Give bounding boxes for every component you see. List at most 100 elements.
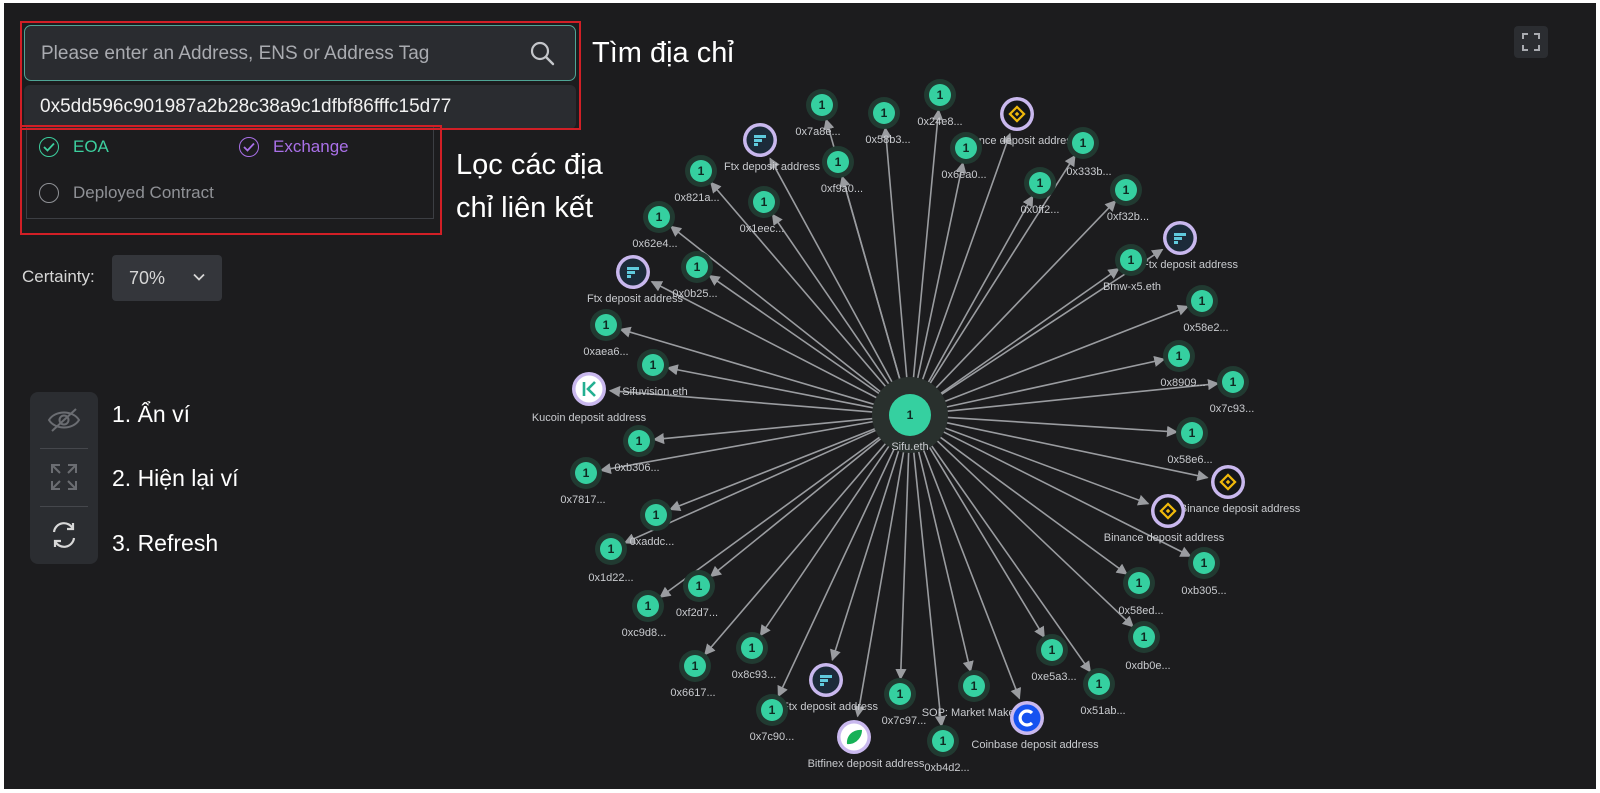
eoa-node[interactable]: 1 0x7817... (560, 457, 606, 506)
graph-edge (911, 108, 944, 392)
filter-exchange[interactable]: Exchange (239, 137, 349, 157)
eoa-node[interactable]: 1 0xf32b... (1107, 174, 1149, 223)
eoa-node[interactable]: 1 0xf9a0... (821, 146, 863, 195)
node-label: 0x6617... (670, 687, 715, 699)
eoa-node-count: 1 (749, 641, 756, 655)
graph-edge (926, 430, 1134, 628)
exchange-node[interactable]: Ftx deposit address (587, 255, 683, 305)
node-label: 0x1eec... (740, 223, 785, 235)
fullscreen-button[interactable] (1514, 26, 1548, 58)
eoa-node[interactable]: 1 0x8909... (1160, 340, 1206, 389)
show-wallet-button[interactable] (30, 449, 98, 505)
center-node[interactable]: 1 Sifu.eth (872, 377, 948, 453)
node-label: 0xdb0e... (1125, 660, 1170, 672)
address-suggestion[interactable]: 0x5dd596c901987a2b28c38a9c1dfbf86fffc15d… (24, 85, 576, 129)
annotation-refresh: 3. Refresh (112, 530, 219, 556)
node-label: 0x24e8... (917, 116, 962, 128)
eoa-node[interactable]: 1 0x6617... (670, 650, 716, 699)
node-label: 0xc9d8... (622, 627, 667, 639)
eoa-node[interactable]: 1 0x58b3... (865, 97, 911, 146)
eoa-node[interactable]: 1 0x333b... (1066, 127, 1112, 178)
eoa-node-count: 1 (698, 164, 705, 178)
node-label: 0x7c97... (882, 715, 927, 727)
exchange-node[interactable]: Ftx deposit address (1142, 221, 1238, 271)
graph-edge (880, 126, 909, 392)
eoa-node[interactable]: 1 0x58ed... (1118, 567, 1164, 617)
graph-edge (777, 436, 901, 698)
search-input[interactable] (39, 26, 513, 81)
eoa-node[interactable]: 1 0x8c93... (732, 632, 777, 681)
eoa-node-count: 1 (937, 88, 944, 102)
eoa-node[interactable]: 1 0xb306... (614, 425, 660, 474)
eoa-node[interactable]: 1 0x62e4... (632, 201, 678, 250)
eoa-node-count: 1 (1123, 183, 1130, 197)
node-label: 0xf32b... (1107, 211, 1149, 223)
node-label: Ftx deposit address (782, 701, 878, 713)
eoa-node[interactable]: 1 0xb4d2... (924, 725, 970, 774)
eoa-node[interactable]: 1 0x24e8... (917, 79, 963, 128)
eoa-node-count: 1 (971, 679, 978, 693)
node-label: 0xaea6... (583, 346, 628, 358)
graph-edge (932, 422, 1150, 506)
certainty-value: 70% (129, 267, 166, 288)
expand-icon (51, 464, 77, 490)
node-label: Coinbase deposit address (971, 739, 1099, 751)
search-icon[interactable] (529, 40, 555, 66)
exchange-node[interactable]: Binance deposit address (1180, 465, 1301, 515)
eoa-node[interactable]: 1 0xaddc... (630, 499, 675, 548)
node-label: 0x51ab... (1080, 705, 1125, 717)
eoa-node[interactable]: 1 0x1eec... (740, 186, 785, 235)
node-label: Ftx deposit address (587, 293, 683, 305)
eoa-node[interactable]: 1 0x7c93... (1210, 366, 1255, 415)
eoa-node-count: 1 (692, 659, 699, 673)
graph-edge (929, 267, 1120, 402)
node-label: 0xe5a3... (1031, 671, 1076, 683)
eoa-node[interactable]: 1 0x58e2... (1183, 285, 1229, 334)
exchange-node[interactable]: Binance deposit address (1104, 494, 1225, 544)
check-circle-icon (39, 137, 59, 157)
empty-circle-icon (39, 183, 59, 203)
eoa-node[interactable]: 1 0x0ff2... (1021, 167, 1060, 216)
exchange-logo-bg (1013, 704, 1041, 732)
eoa-node-count: 1 (1136, 576, 1143, 590)
eoa-node[interactable]: 1 0x51ab... (1080, 668, 1126, 717)
eoa-node-count: 1 (1096, 677, 1103, 691)
node-label: 0x58b3... (865, 134, 910, 146)
exchange-node[interactable]: Ftx deposit address (782, 663, 878, 713)
annotation-hide: 1. Ẩn ví (112, 401, 190, 427)
node-label: Sifuvision.eth (622, 386, 687, 398)
graph-edge (709, 429, 892, 578)
eye-off-icon (47, 408, 81, 432)
filter-eoa[interactable]: EOA (39, 137, 109, 157)
eoa-node[interactable]: 1 0xf2d7... (676, 570, 718, 619)
filter-deployed-contract[interactable]: Deployed Contract (39, 183, 214, 203)
exchange-node[interactable]: Bitfinex deposit address (808, 720, 925, 770)
eoa-node[interactable]: 1 0x7a8e... (795, 89, 841, 138)
eoa-node[interactable]: 1 Sifuvision.eth (622, 349, 688, 398)
eoa-node-count: 1 (835, 155, 842, 169)
exchange-node[interactable]: Kucoin deposit address (532, 372, 647, 424)
eoa-node[interactable]: 1 0xc9d8... (622, 590, 667, 639)
graph-edge (917, 437, 1022, 700)
search-box (24, 25, 576, 81)
eoa-node[interactable]: 1 0x58e6... (1167, 417, 1213, 466)
graph-edge (895, 438, 910, 681)
eoa-node-count: 1 (1080, 136, 1087, 150)
eoa-node[interactable]: 1 0x1d22... (588, 533, 634, 584)
node-label: 0x1d22... (588, 572, 633, 584)
eoa-node-count: 1 (650, 358, 657, 372)
certainty-select[interactable]: 70% (112, 255, 222, 301)
eoa-node[interactable]: 1 0x7c97... (882, 678, 927, 727)
eoa-node-count: 1 (636, 434, 643, 448)
hide-wallet-button[interactable] (30, 392, 98, 448)
graph-edge (928, 428, 1128, 575)
eoa-node[interactable]: 1 0xaea6... (583, 309, 629, 358)
eoa-node-count: 1 (694, 260, 701, 274)
graph-edge (669, 225, 892, 401)
eoa-node[interactable]: 1 0xdb0e... (1125, 621, 1171, 672)
eoa-node[interactable]: 1 0x821a... (674, 155, 720, 204)
eoa-node-count: 1 (653, 508, 660, 522)
eoa-node-count: 1 (1201, 556, 1208, 570)
eoa-node-count: 1 (769, 703, 776, 717)
refresh-button[interactable] (30, 507, 98, 563)
